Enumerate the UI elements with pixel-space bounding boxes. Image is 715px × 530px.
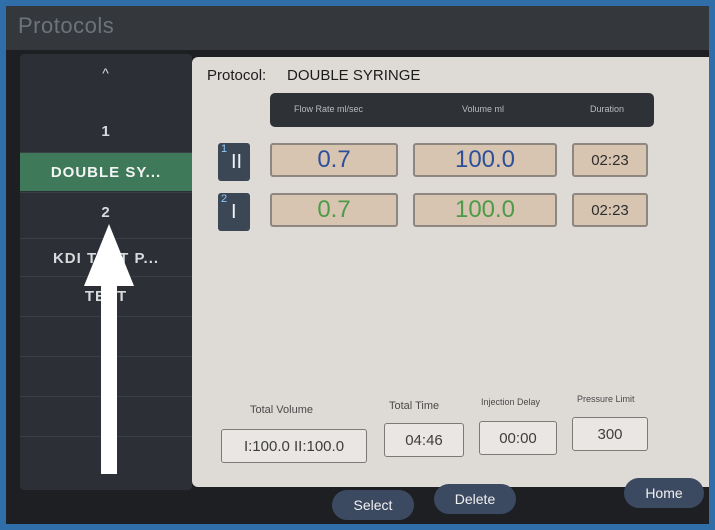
duration-field[interactable]: 02:23	[572, 193, 648, 227]
injection-delay-value: 00:00	[499, 429, 537, 447]
total-volume-value: I:100.0 II:100.0	[243, 437, 345, 455]
protocol-panel: Protocol: DOUBLE SYRINGE Flow Rate ml/se…	[192, 57, 709, 487]
protocol-name: DOUBLE SYRINGE	[287, 67, 421, 84]
duration-field[interactable]: 02:23	[572, 143, 648, 177]
total-volume-label: Total Volume	[250, 404, 313, 416]
volume-field[interactable]: 100.0	[413, 143, 557, 177]
volume-field[interactable]: 100.0	[413, 193, 557, 227]
column-header-bar: Flow Rate ml/sec Volume ml Duration	[270, 93, 654, 127]
duration-value: 02:23	[591, 151, 629, 169]
volume-header: Volume ml	[462, 104, 505, 114]
list-item-double-syringe[interactable]: DOUBLE SY...	[20, 152, 192, 191]
injection-delay-field[interactable]: 00:00	[479, 421, 557, 455]
step-number: 2	[221, 193, 228, 205]
list-item-1[interactable]: 1	[20, 112, 192, 150]
pressure-limit-label: Pressure Limit	[577, 394, 635, 404]
duration-header: Duration	[590, 104, 625, 114]
volume-value: 100.0	[454, 196, 516, 223]
flow-rate-field[interactable]: 0.7	[270, 193, 398, 227]
step-number: 1	[221, 143, 228, 155]
total-time-value: 04:46	[405, 431, 443, 449]
total-time-field: 04:46	[384, 423, 464, 457]
syringe-button[interactable]: 2 I	[218, 193, 250, 231]
duration-value: 02:23	[591, 201, 629, 219]
title-bar: Protocols	[6, 6, 709, 50]
flow-rate-value: 0.7	[317, 146, 351, 173]
flow-rate-header: Flow Rate ml/sec	[294, 104, 364, 114]
volume-value: 100.0	[454, 146, 516, 173]
delete-button[interactable]: Delete	[434, 484, 516, 514]
scroll-up-button[interactable]: ^	[20, 54, 192, 92]
device-screen: Protocols ^ 1 DOUBLE SY... 2 KDI TEST P.…	[6, 6, 709, 524]
syringe-button[interactable]: 1 II	[218, 143, 250, 181]
protocol-label: Protocol:	[207, 67, 267, 84]
flow-rate-field[interactable]: 0.7	[270, 143, 398, 177]
syringe-label: II	[231, 151, 243, 173]
injection-delay-label: Injection Delay	[481, 397, 541, 407]
select-button[interactable]: Select	[332, 490, 414, 520]
up-arrow-annotation	[84, 224, 134, 474]
syringe-label: I	[231, 201, 237, 223]
total-time-label: Total Time	[389, 400, 440, 412]
home-button[interactable]: Home	[624, 478, 704, 508]
flow-rate-value: 0.7	[317, 196, 351, 223]
pressure-limit-value: 300	[597, 425, 623, 443]
pressure-limit-field[interactable]: 300	[572, 417, 648, 451]
screen-title: Protocols	[18, 13, 115, 38]
total-volume-field: I:100.0 II:100.0	[221, 429, 367, 463]
